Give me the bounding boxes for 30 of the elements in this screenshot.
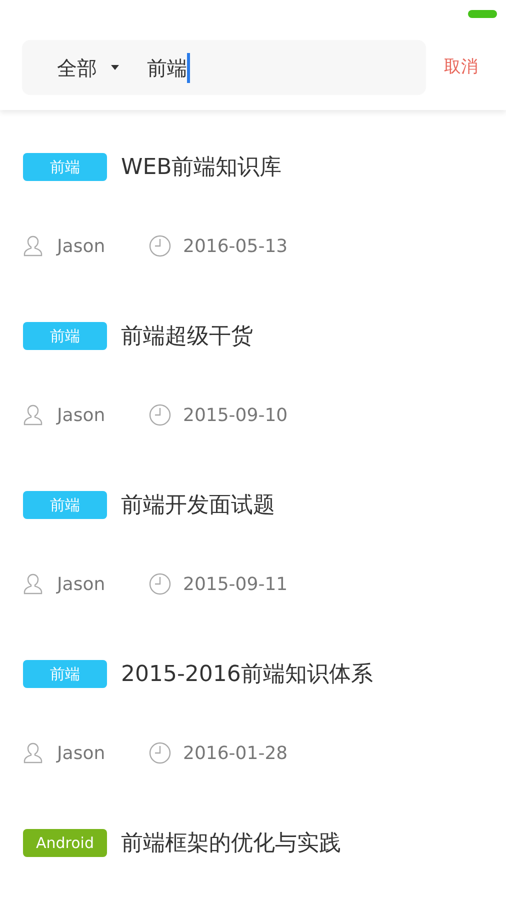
search-input[interactable]: 前端: [147, 52, 190, 82]
article-title[interactable]: 前端框架的优化与实践: [121, 826, 341, 860]
clock-icon: [149, 235, 171, 257]
status-indicator: [468, 10, 497, 18]
clock-icon: [149, 404, 171, 426]
user-icon: [23, 573, 43, 595]
clock-icon: [149, 742, 171, 764]
post-date: 2015-09-11: [183, 572, 288, 596]
user-icon: [23, 404, 43, 426]
caret-icon: [111, 65, 119, 70]
user-icon: [23, 742, 43, 764]
post-date: 2015-09-10: [183, 404, 288, 428]
user-icon: [23, 235, 43, 257]
category-tag: 前端: [23, 491, 107, 519]
category-tag: 前端: [23, 322, 107, 350]
category-tag: Android: [23, 829, 107, 857]
article-title[interactable]: 2015-2016前端知识体系: [121, 658, 373, 690]
author-name: Jason: [57, 234, 106, 258]
category-tag: 前端: [23, 660, 107, 688]
article-title[interactable]: WEB前端知识库: [121, 150, 282, 184]
article-title[interactable]: 前端超级干货: [121, 320, 253, 352]
author-name: Jason: [57, 742, 106, 766]
category-tag: 前端: [23, 153, 107, 181]
author-name: Jason: [57, 404, 106, 428]
post-date: 2016-05-13: [183, 234, 288, 258]
clock-icon: [149, 573, 171, 595]
article-title[interactable]: 前端开发面试题: [121, 488, 275, 522]
scope-dropdown[interactable]: 全部: [57, 52, 119, 82]
author-name: Jason: [57, 572, 106, 596]
post-date: 2016-01-28: [183, 742, 288, 766]
